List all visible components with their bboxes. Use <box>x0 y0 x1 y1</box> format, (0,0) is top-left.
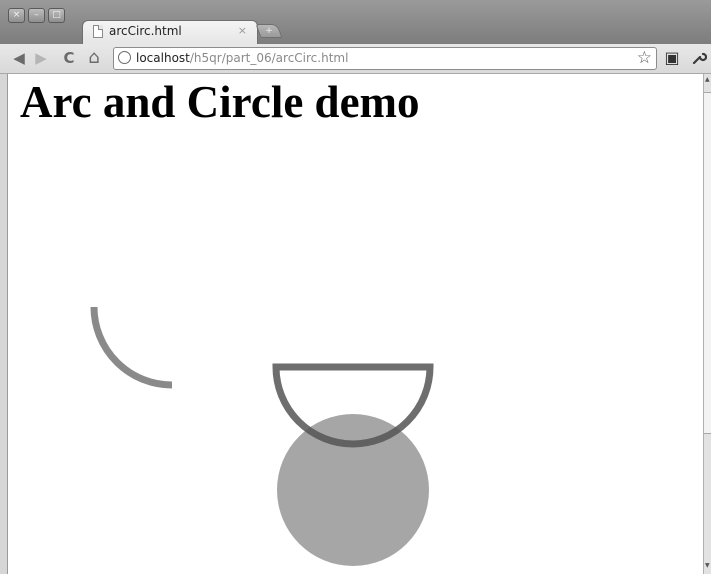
window-close-button[interactable]: × <box>8 8 25 23</box>
window-minimize-button[interactable]: – <box>28 8 45 23</box>
address-bar[interactable]: localhost/h5qr/part_06/arcCirc.html ☆ <box>113 47 657 70</box>
window-maximize-button[interactable]: □ <box>48 8 65 23</box>
scroll-down-icon[interactable]: ▼ <box>705 562 710 569</box>
quarter-arc <box>90 306 173 389</box>
browser-window: × – □ arcCirc.html × + ◀ ▶ C ⌂ localhost… <box>0 0 711 574</box>
new-tab-icon: + <box>265 26 273 36</box>
wrench-icon[interactable] <box>690 50 708 66</box>
page-content: Arc and Circle demo <box>8 74 703 574</box>
url-path: /h5qr/part_06/arcCirc.html <box>189 51 349 65</box>
tab-close-icon[interactable]: × <box>238 24 247 37</box>
tab-strip: × – □ arcCirc.html × + <box>0 0 711 44</box>
back-arrow-icon[interactable]: ◀ <box>12 50 26 66</box>
forward-arrow-icon[interactable]: ▶ <box>34 50 48 66</box>
extension-icon[interactable]: ▣ <box>663 50 681 66</box>
vertical-scrollbar[interactable]: ▲ ▼ <box>703 74 711 574</box>
new-tab-button[interactable]: + <box>255 24 283 38</box>
wrench-glyph <box>692 52 708 65</box>
tab-arccirc[interactable]: arcCirc.html × <box>82 20 258 44</box>
page-icon <box>93 25 103 38</box>
scrollbar-thumb[interactable] <box>704 92 711 434</box>
reload-icon[interactable]: C <box>62 50 76 66</box>
url-host: localhost <box>136 51 190 65</box>
home-icon[interactable]: ⌂ <box>86 49 102 67</box>
globe-icon <box>118 51 131 64</box>
scroll-up-icon[interactable]: ▲ <box>705 76 710 83</box>
star-icon[interactable]: ☆ <box>637 48 652 68</box>
address-url: localhost/h5qr/part_06/arcCirc.html <box>136 51 348 65</box>
filled-circle <box>277 414 429 566</box>
window-controls: × – □ <box>8 8 65 23</box>
window-left-border <box>0 74 8 574</box>
tab-title: arcCirc.html <box>109 24 182 38</box>
navigation-toolbar: ◀ ▶ C ⌂ localhost/h5qr/part_06/arcCirc.h… <box>0 44 711 74</box>
drawing-canvas <box>90 306 434 566</box>
